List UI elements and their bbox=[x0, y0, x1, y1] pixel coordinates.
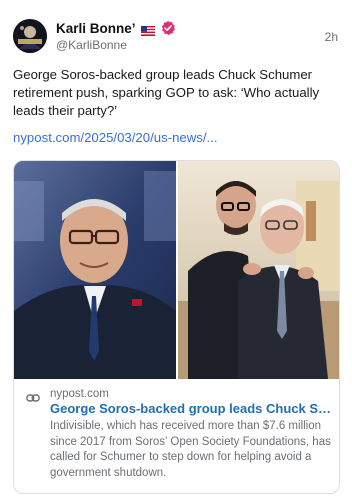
verified-badge-icon bbox=[160, 20, 176, 36]
card-image-left bbox=[14, 161, 176, 379]
name-row: Karli Bonne’ bbox=[56, 20, 176, 36]
avatar[interactable] bbox=[13, 19, 47, 53]
link-preview-card[interactable]: nypost.com George Soros-backed group lea… bbox=[13, 160, 340, 494]
timestamp: 2h bbox=[324, 30, 338, 44]
post-link[interactable]: nypost.com/2025/03/20/us-news/... bbox=[13, 130, 218, 145]
card-image-right bbox=[178, 161, 339, 379]
display-name[interactable]: Karli Bonne’ bbox=[56, 21, 136, 36]
card-description: Indivisible, which has received more tha… bbox=[50, 420, 331, 479]
post-text: George Soros-backed group leads Chuck Sc… bbox=[13, 67, 320, 118]
link-icon bbox=[26, 390, 40, 402]
us-flag-icon bbox=[140, 23, 155, 36]
card-domain: nypost.com bbox=[50, 388, 109, 400]
card-title[interactable]: George Soros-backed group leads Chuck Sc… bbox=[50, 401, 332, 416]
post: Karli Bonne’ @KarliBonne 2h George Soros… bbox=[0, 0, 352, 500]
handle[interactable]: @KarliBonne bbox=[56, 38, 127, 52]
avatar-icon bbox=[13, 19, 47, 53]
